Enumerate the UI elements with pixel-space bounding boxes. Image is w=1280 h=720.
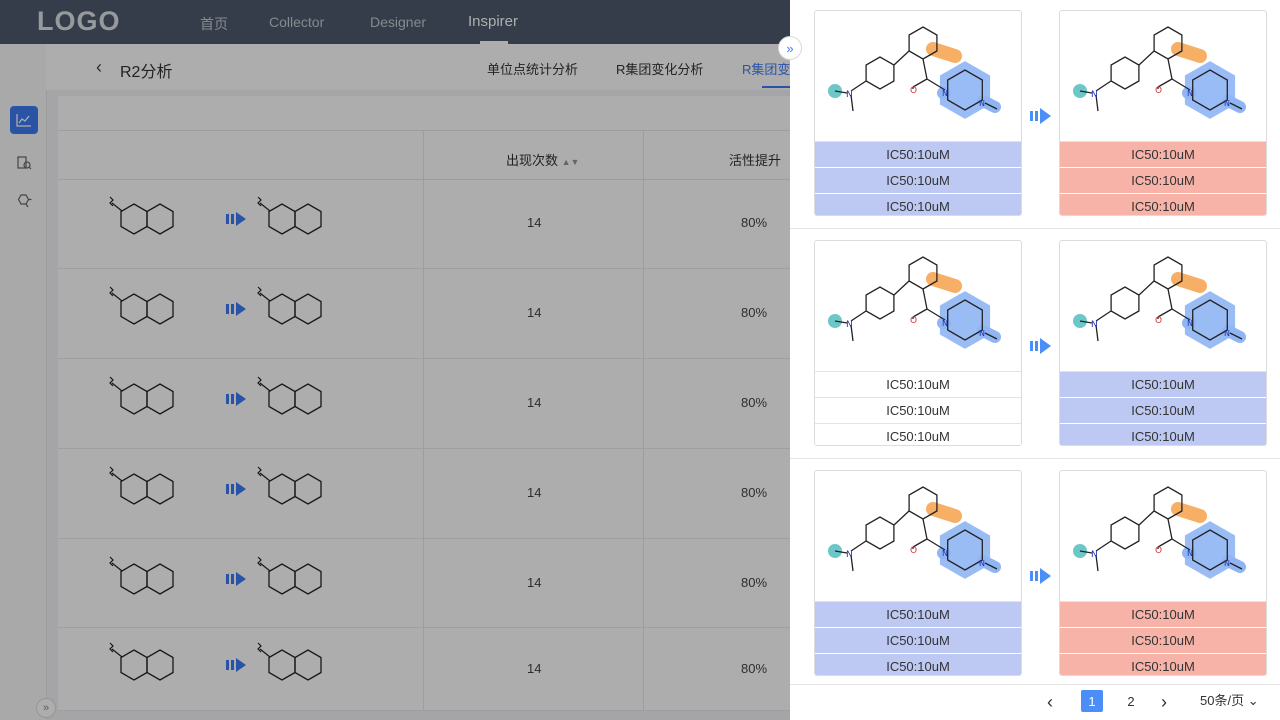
molecule-structure: O N N N	[1060, 241, 1266, 372]
page-2[interactable]: 2	[1120, 690, 1142, 712]
molecule-structure: O N N N	[815, 241, 1021, 372]
molecule-structure: O N N N	[1060, 471, 1266, 602]
svg-text:N: N	[1224, 99, 1230, 108]
svg-text:N: N	[1187, 319, 1193, 328]
page-size-select[interactable]: 50条/页 ⌄	[1200, 690, 1259, 709]
svg-text:N: N	[1091, 90, 1098, 100]
arrow-right-icon	[1030, 107, 1052, 125]
molecule-card-right[interactable]: O N N N IC50:10uM IC50:10uM IC50:10uM	[1059, 470, 1267, 676]
svg-text:N: N	[846, 90, 853, 100]
molecule-card-left[interactable]: O N N N IC50:10uM IC50:10uM IC50:10uM	[814, 470, 1022, 676]
svg-text:N: N	[979, 329, 985, 338]
ic50-value: IC50:10uM	[815, 654, 1021, 675]
molecule-card-right[interactable]: O N N N IC50:10uM IC50:10uM IC50:10uM	[1059, 240, 1267, 446]
svg-text:O: O	[910, 546, 917, 556]
molecule-card-left[interactable]: O N N N IC50:10uM IC50:10uM IC50:10uM	[814, 10, 1022, 216]
ic50-value: IC50:10uM	[815, 372, 1021, 398]
svg-text:N: N	[1187, 549, 1193, 558]
prev-page-button[interactable]: ‹	[1047, 692, 1053, 713]
svg-text:N: N	[942, 549, 948, 558]
svg-text:O: O	[1155, 316, 1162, 326]
ic50-value: IC50:10uM	[815, 398, 1021, 424]
svg-text:N: N	[942, 89, 948, 98]
ic50-value: IC50:10uM	[815, 168, 1021, 194]
arrow-right-icon	[1030, 567, 1052, 585]
svg-text:N: N	[979, 559, 985, 568]
ic50-value: IC50:10uM	[815, 424, 1021, 445]
ic50-value: IC50:10uM	[815, 194, 1021, 215]
ic50-value: IC50:10uM	[815, 142, 1021, 168]
svg-text:O: O	[1155, 546, 1162, 556]
svg-text:N: N	[1091, 550, 1098, 560]
svg-text:N: N	[846, 550, 853, 560]
molecule-structure: O N N N	[815, 471, 1021, 602]
pagination-divider	[790, 684, 1280, 685]
svg-text:N: N	[979, 99, 985, 108]
ic50-value: IC50:10uM	[1060, 194, 1266, 215]
ic50-value: IC50:10uM	[1060, 602, 1266, 628]
molecule-card-left[interactable]: O N N N IC50:10uM IC50:10uM IC50:10uM	[814, 240, 1022, 446]
svg-text:N: N	[1224, 559, 1230, 568]
ic50-value: IC50:10uM	[1060, 142, 1266, 168]
svg-text:O: O	[910, 86, 917, 96]
arrow-right-icon	[1030, 337, 1052, 355]
ic50-value: IC50:10uM	[1060, 398, 1266, 424]
ic50-value: IC50:10uM	[1060, 372, 1266, 398]
pair-divider	[790, 228, 1280, 229]
ic50-value: IC50:10uM	[815, 602, 1021, 628]
ic50-value: IC50:10uM	[1060, 628, 1266, 654]
chevron-down-icon: ⌄	[1247, 693, 1259, 708]
svg-text:O: O	[1155, 86, 1162, 96]
svg-text:N: N	[1187, 89, 1193, 98]
pair-divider	[790, 458, 1280, 459]
molecule-structure: O N N N	[1060, 11, 1266, 142]
page-1[interactable]: 1	[1081, 690, 1103, 712]
svg-text:O: O	[910, 316, 917, 326]
ic50-value: IC50:10uM	[1060, 654, 1266, 675]
next-page-button[interactable]: ›	[1161, 692, 1167, 713]
svg-text:N: N	[1224, 329, 1230, 338]
ic50-value: IC50:10uM	[1060, 424, 1266, 445]
molecule-card-right[interactable]: O N N N IC50:10uM IC50:10uM IC50:10uM	[1059, 10, 1267, 216]
ic50-value: IC50:10uM	[1060, 168, 1266, 194]
svg-text:N: N	[942, 319, 948, 328]
collapse-panel-button[interactable]: »	[778, 36, 802, 60]
ic50-value: IC50:10uM	[815, 628, 1021, 654]
svg-text:N: N	[846, 320, 853, 330]
svg-text:N: N	[1091, 320, 1098, 330]
molecule-structure: O N N N	[815, 11, 1021, 142]
